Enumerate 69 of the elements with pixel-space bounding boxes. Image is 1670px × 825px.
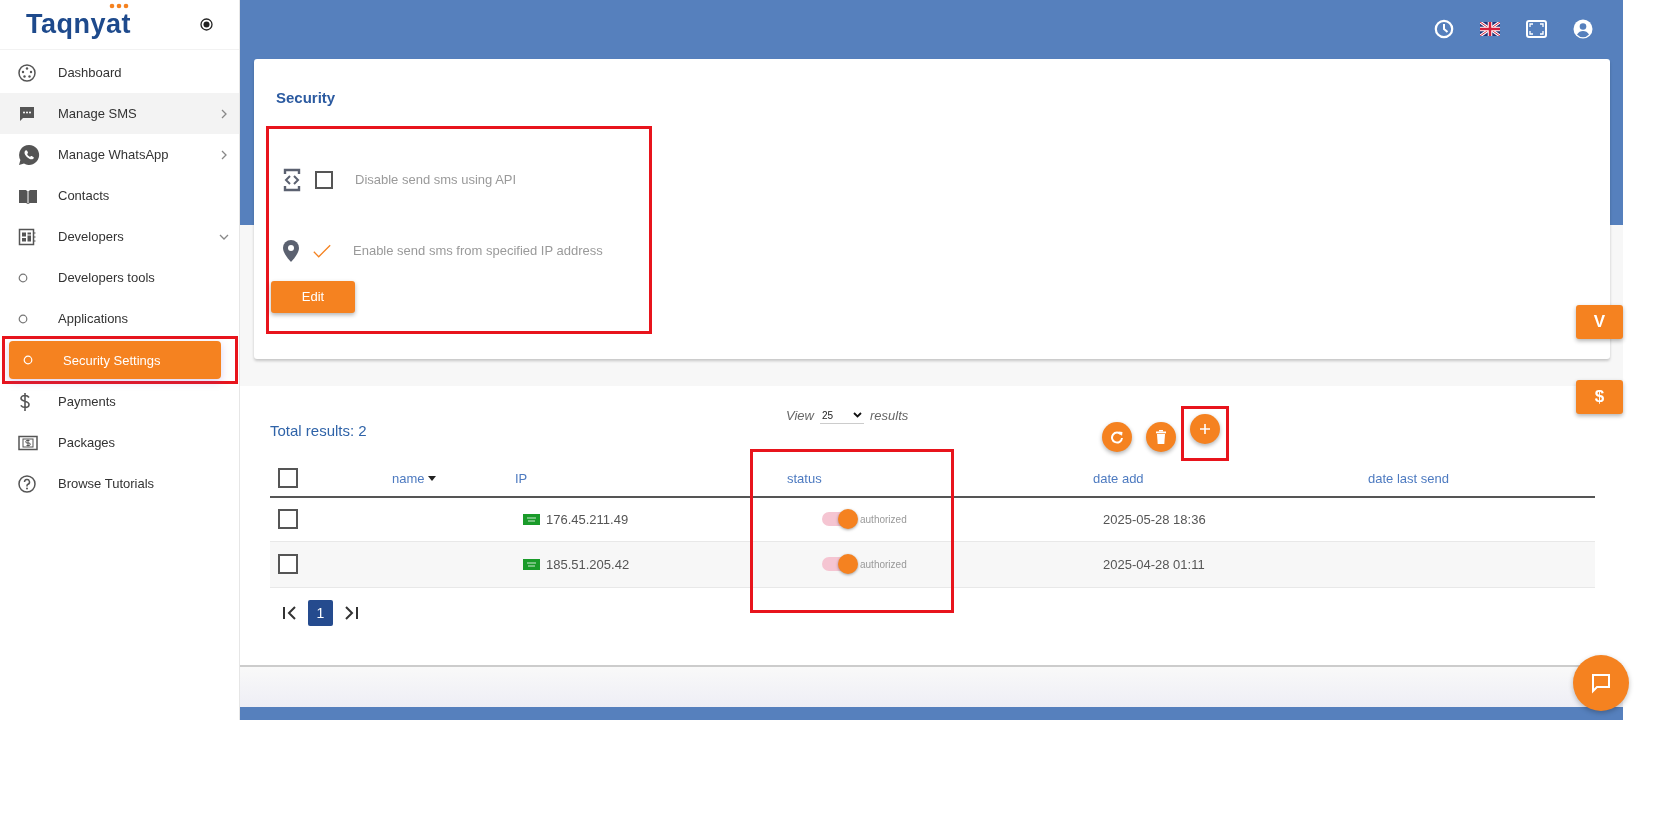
location-pin-icon bbox=[283, 239, 299, 262]
last-page-icon[interactable] bbox=[343, 605, 359, 620]
option-label: Disable send sms using API bbox=[355, 172, 517, 188]
sidebar-item[interactable]: Packages bbox=[0, 422, 239, 463]
sidebar-item[interactable]: Dashboard bbox=[0, 52, 239, 93]
flag-icon bbox=[523, 513, 540, 525]
status-toggle[interactable] bbox=[822, 557, 856, 571]
page-button[interactable]: 1 bbox=[308, 599, 333, 626]
date-cell-text: 2025-05-28 18:36 bbox=[1102, 511, 1207, 527]
sidebar-item[interactable]: Manage WhatsApp bbox=[0, 134, 239, 175]
phone-bubble-icon bbox=[18, 143, 40, 166]
status-toggle[interactable] bbox=[822, 512, 856, 526]
column-header[interactable]: status bbox=[787, 470, 1093, 486]
column-header[interactable]: date last send bbox=[1368, 470, 1595, 486]
developer-board-icon bbox=[18, 227, 36, 246]
action-button[interactable] bbox=[1190, 413, 1220, 444]
dots-icon bbox=[109, 3, 129, 9]
action-button[interactable] bbox=[1102, 422, 1132, 452]
row-checkbox[interactable] bbox=[278, 509, 298, 529]
circle-icon bbox=[18, 313, 28, 324]
view-label: View bbox=[786, 408, 814, 423]
help-icon bbox=[18, 474, 36, 493]
code-icon bbox=[283, 167, 301, 192]
dollar-icon bbox=[18, 392, 32, 411]
radio-toggle-icon[interactable] bbox=[200, 18, 213, 31]
first-page-icon[interactable] bbox=[282, 605, 298, 620]
sort-caret-icon bbox=[427, 475, 436, 481]
checkbox[interactable] bbox=[315, 170, 333, 189]
message-icon bbox=[18, 104, 36, 123]
circle-icon bbox=[23, 355, 33, 365]
sidebar-item[interactable]: Browse Tutorials bbox=[0, 463, 239, 504]
column-header[interactable]: date add bbox=[1093, 470, 1368, 486]
sidebar-item[interactable]: Manage SMS bbox=[0, 93, 239, 134]
book-icon bbox=[18, 187, 38, 204]
total-results: Total results: 2 bbox=[270, 422, 367, 439]
page-size-select[interactable]: 25 bbox=[819, 407, 864, 424]
card-title: Security bbox=[276, 88, 337, 106]
sidebar-item[interactable]: Applications bbox=[2, 298, 238, 339]
results-label: results bbox=[869, 408, 909, 423]
chat-icon bbox=[1590, 672, 1612, 694]
trash-icon bbox=[1155, 430, 1167, 444]
status-label: authorized bbox=[860, 513, 907, 525]
refresh-icon bbox=[1110, 430, 1124, 444]
row-checkbox[interactable] bbox=[278, 554, 298, 574]
circle-icon bbox=[18, 272, 28, 283]
plus-icon bbox=[1199, 422, 1211, 435]
column-header[interactable]: IP bbox=[515, 470, 787, 486]
option-label: Enable send sms from specified IP address bbox=[353, 243, 603, 259]
ip-cell: 185.51.205.42 bbox=[515, 556, 787, 572]
sidebar-item[interactable]: Developers bbox=[0, 216, 239, 257]
caret-icon bbox=[852, 409, 862, 419]
status-label: authorized bbox=[860, 558, 907, 570]
column-header[interactable]: name bbox=[392, 470, 515, 486]
chevron-right-icon bbox=[219, 108, 229, 119]
dashboard-icon bbox=[18, 63, 36, 82]
fullscreen-icon[interactable] bbox=[1526, 19, 1547, 38]
ip-cell: 176.45.211.49 bbox=[515, 511, 787, 527]
user-icon[interactable] bbox=[1573, 18, 1593, 39]
money-icon bbox=[18, 434, 38, 451]
date-cell-text: 2025-04-28 01:11 bbox=[1102, 556, 1206, 572]
clock-icon[interactable] bbox=[1434, 18, 1454, 39]
sidebar-item[interactable]: Contacts bbox=[0, 175, 239, 216]
select-all-checkbox[interactable] bbox=[278, 468, 298, 488]
action-button[interactable] bbox=[1146, 422, 1176, 452]
sidebar-item[interactable]: Payments bbox=[0, 381, 239, 422]
flag-icon bbox=[523, 558, 540, 570]
logo: Taqnyat bbox=[26, 9, 131, 40]
sidebar-item[interactable]: Developers tools bbox=[2, 257, 238, 298]
chevron-right-icon bbox=[219, 149, 229, 160]
